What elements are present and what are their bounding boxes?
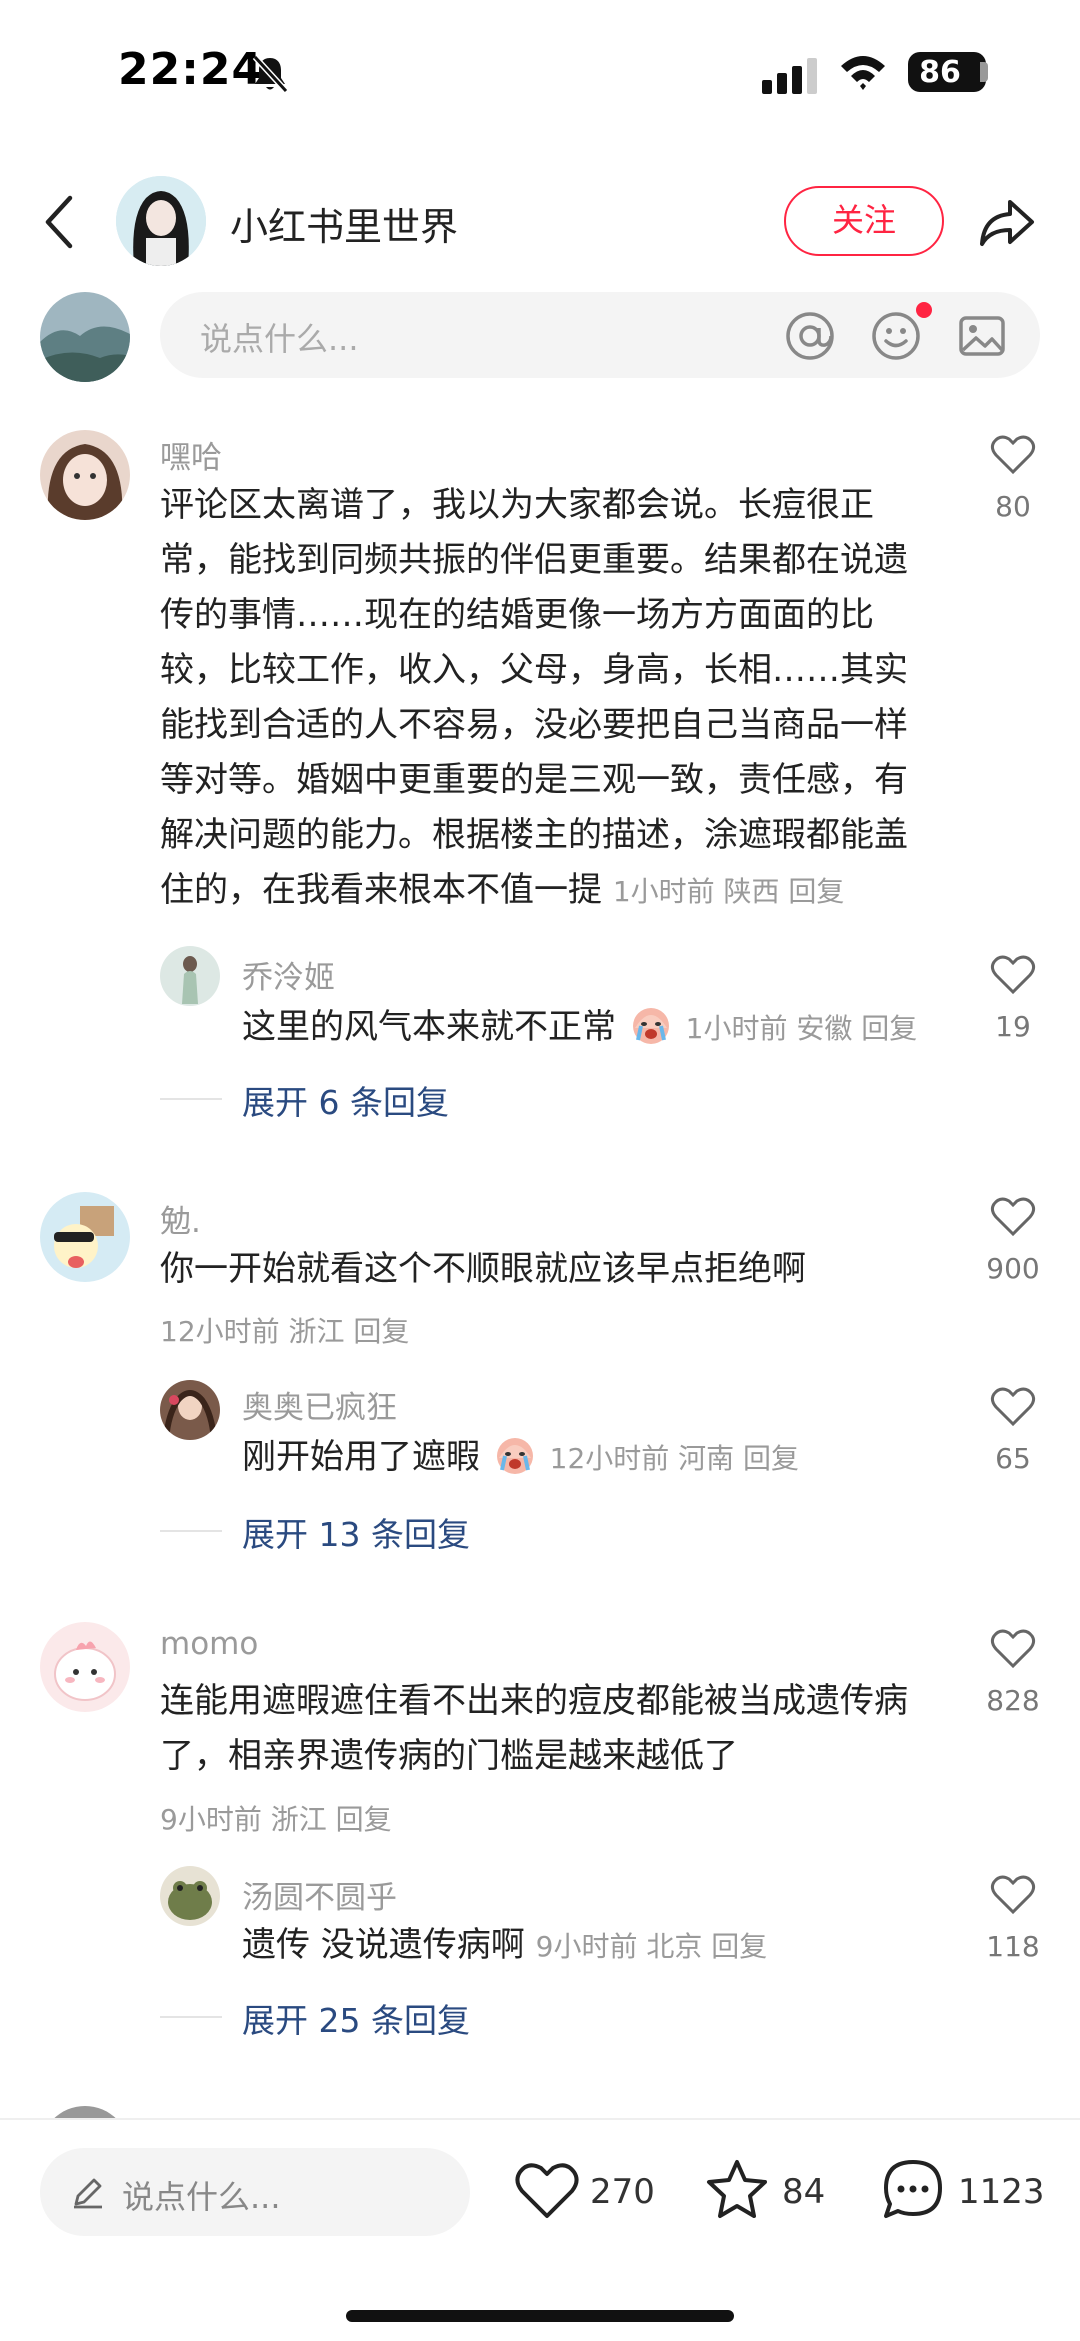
comment-text[interactable]: 等对等。婚姻中更重要的是三观一致，责任感，有 xyxy=(160,753,908,808)
comment-text[interactable]: 较，比较工作，收入，父母，身高，长相……其实 xyxy=(160,643,908,698)
reply-text: 遗传 没说遗传病啊 xyxy=(242,1925,525,1965)
at-icon[interactable] xyxy=(784,310,836,362)
bottom-action-bar: 说点什么... 270 84 1123 xyxy=(0,2120,1080,2341)
like-count: 80 xyxy=(995,490,1031,523)
heart-icon[interactable] xyxy=(990,1628,1036,1670)
like-count: 900 xyxy=(986,1252,1040,1285)
comment-input[interactable]: 说点什么... xyxy=(160,292,1040,378)
battery-level: 86 xyxy=(919,55,961,90)
comment-meta[interactable]: 9小时前 浙江 回复 xyxy=(160,1798,392,1838)
home-indicator[interactable] xyxy=(346,2310,734,2322)
comment-username[interactable]: 勉. xyxy=(160,1196,201,1241)
emoji-icon[interactable] xyxy=(870,310,922,362)
comment-text[interactable]: 连能用遮暇遮住看不出来的痘皮都能被当成遗传病 xyxy=(160,1674,908,1729)
pencil-icon xyxy=(74,2178,102,2209)
comment-text[interactable]: 传的事情……现在的结婚更像一场方方面面的比 xyxy=(160,588,874,643)
reply-text: 刚开始用了遮暇 xyxy=(242,1437,480,1477)
heart-icon[interactable] xyxy=(990,1386,1036,1428)
like-count: 118 xyxy=(986,1930,1040,1963)
follow-button[interactable]: 关注 xyxy=(784,186,944,256)
expand-divider xyxy=(160,2016,222,2018)
note-header: 小红书里世界 关注 xyxy=(0,170,1080,280)
avatar[interactable] xyxy=(160,1380,220,1440)
bell-off-icon xyxy=(252,54,289,94)
comment-text[interactable]: 解决问题的能力。根据楼主的描述，涂遮瑕都能盖 xyxy=(160,808,908,863)
crying-face-emoji xyxy=(496,1438,533,1474)
heart-icon[interactable] xyxy=(990,434,1036,476)
star-icon[interactable] xyxy=(704,2158,770,2220)
signal-icon xyxy=(762,58,817,94)
reply-username[interactable]: 汤圆不圆乎 xyxy=(242,1872,397,1917)
reply-text-line[interactable]: 这里的风气本来就不正常 1小时前 安徽 回复 xyxy=(242,1000,917,1056)
status-bar: 22:24 86 xyxy=(0,0,1080,150)
comment-icon[interactable] xyxy=(880,2158,946,2220)
heart-icon[interactable] xyxy=(990,1196,1036,1238)
comment-text[interactable]: 评论区太离谱了，我以为大家都会说。长痘很正 xyxy=(160,478,874,533)
avatar[interactable] xyxy=(40,430,130,520)
avatar[interactable] xyxy=(160,1866,220,1926)
heart-icon[interactable] xyxy=(990,954,1036,996)
comment-text-last-line[interactable]: 住的，在我看来根本不值一提 1小时前 陕西 回复 xyxy=(160,863,844,919)
like-count: 828 xyxy=(986,1684,1040,1717)
bottom-input-placeholder: 说点什么... xyxy=(122,2178,281,2216)
comment-text[interactable]: 能找到合适的人不容易，没必要把自己当商品一样 xyxy=(160,698,908,753)
expand-divider xyxy=(160,1530,222,1532)
reply-meta[interactable]: 9小时前 北京 回复 xyxy=(536,1930,768,1963)
notification-dot xyxy=(916,302,932,318)
share-icon[interactable] xyxy=(976,192,1036,252)
expand-replies-button[interactable]: 展开 25 条回复 xyxy=(242,1994,470,2042)
reply-text-line[interactable]: 遗传 没说遗传病啊 9小时前 北京 回复 xyxy=(242,1918,767,1974)
comment-text[interactable]: 你一开始就看这个不顺眼就应该早点拒绝啊 xyxy=(160,1242,806,1297)
comment-text[interactable]: 常，能找到同频共振的伴侣更重要。结果都在说遗 xyxy=(160,533,908,588)
heart-icon[interactable] xyxy=(514,2160,580,2222)
like-count: 270 xyxy=(590,2172,655,2212)
reply-username[interactable]: 奥奥已疯狂 xyxy=(242,1382,397,1427)
reply-meta[interactable]: 1小时前 安徽 回复 xyxy=(686,1012,918,1045)
bottom-comment-input[interactable]: 说点什么... xyxy=(40,2148,470,2236)
like-count: 65 xyxy=(995,1442,1031,1475)
back-icon[interactable] xyxy=(40,192,80,252)
image-icon[interactable] xyxy=(956,310,1008,362)
comment-meta[interactable]: 12小时前 浙江 回复 xyxy=(160,1310,409,1350)
reply-meta[interactable]: 12小时前 河南 回复 xyxy=(550,1442,799,1475)
reply-username[interactable]: 乔泠姬 xyxy=(242,952,335,997)
avatar[interactable] xyxy=(160,946,220,1006)
heart-icon[interactable] xyxy=(990,1874,1036,1916)
like-count: 19 xyxy=(995,1010,1031,1043)
comment-text[interactable]: 了，相亲界遗传病的门槛是越来越低了 xyxy=(160,1729,738,1784)
comment-username[interactable]: momo xyxy=(160,1626,258,1662)
comment-username[interactable]: 嘿哈 xyxy=(160,432,222,477)
reply-text-line[interactable]: 刚开始用了遮暇 12小时前 河南 回复 xyxy=(242,1430,799,1486)
reply-text: 这里的风气本来就不正常 xyxy=(242,1007,616,1047)
favorite-count: 84 xyxy=(782,2172,826,2212)
my-avatar[interactable] xyxy=(40,292,130,382)
wifi-icon xyxy=(841,56,885,90)
expand-divider xyxy=(160,1098,222,1100)
expand-replies-button[interactable]: 展开 6 条回复 xyxy=(242,1076,449,1124)
avatar[interactable] xyxy=(40,1622,130,1712)
comment-meta[interactable]: 1小时前 陕西 回复 xyxy=(613,875,845,908)
expand-replies-button[interactable]: 展开 13 条回复 xyxy=(242,1508,470,1556)
author-name[interactable]: 小红书里世界 xyxy=(230,196,458,251)
comment-input-bar: 说点什么... xyxy=(0,290,1080,382)
comment-count: 1123 xyxy=(958,2172,1045,2212)
avatar[interactable] xyxy=(40,1192,130,1282)
comment-input-placeholder: 说点什么... xyxy=(200,320,359,358)
status-time: 22:24 xyxy=(118,44,264,95)
battery-indicator: 86 xyxy=(908,52,986,92)
comment-text: 住的，在我看来根本不值一提 xyxy=(160,870,602,910)
battery-cap xyxy=(980,62,988,82)
crying-face-emoji xyxy=(632,1008,669,1044)
author-avatar[interactable] xyxy=(116,176,206,266)
